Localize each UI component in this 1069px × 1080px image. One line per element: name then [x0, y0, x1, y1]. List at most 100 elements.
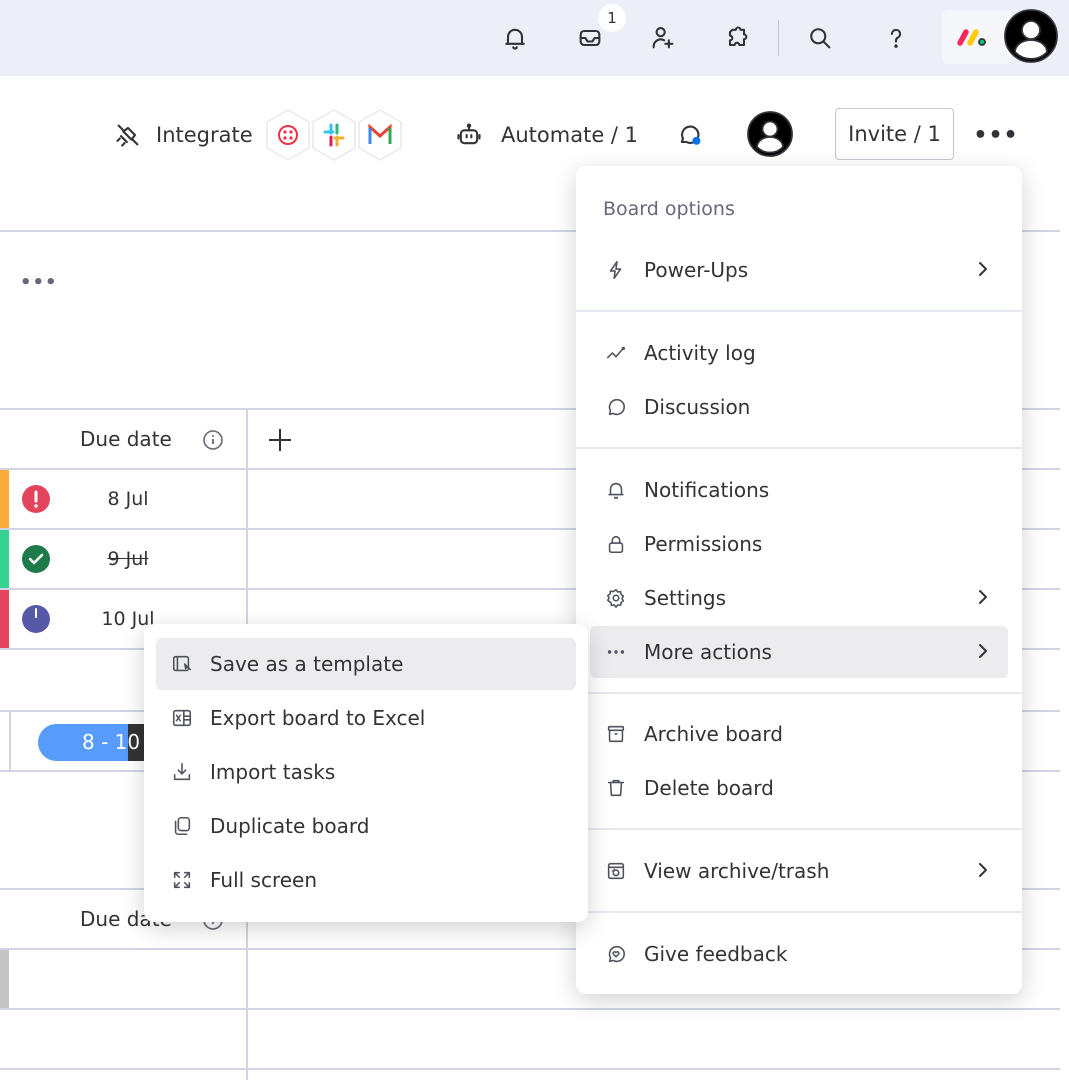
menu-item-label: Duplicate board: [210, 814, 370, 838]
timeline-summary[interactable]: 8 - 10: [38, 724, 148, 761]
automate-button[interactable]: Automate / 1: [455, 113, 638, 157]
search-icon: [810, 28, 831, 49]
board-updates-button[interactable]: [676, 113, 704, 157]
timeline-summary-label: 8 - 10: [82, 730, 141, 754]
notifications-button[interactable]: [495, 18, 535, 58]
status-overdue-icon: [22, 485, 50, 513]
menu-item-save-as-template[interactable]: Save as a template: [156, 638, 576, 690]
robot-icon: [457, 123, 481, 145]
menu-item-import-tasks[interactable]: Import tasks: [156, 746, 576, 798]
add-column-icon[interactable]: [266, 426, 294, 454]
gmail-app-icon[interactable]: [356, 108, 404, 162]
menu-divider: [576, 911, 1022, 913]
ellipsis-icon: [607, 650, 625, 654]
inbox-badge: 1: [598, 4, 626, 32]
menu-divider: [576, 692, 1022, 694]
toolbar-divider: [778, 20, 779, 56]
menu-item-label: Activity log: [644, 341, 756, 365]
menu-item-label: Save as a template: [210, 652, 404, 676]
monday-logo-icon: [957, 29, 986, 46]
row-color-bar: [0, 950, 9, 1008]
status-in-progress-icon: [22, 605, 50, 633]
menu-title: Board options: [603, 198, 735, 220]
chevron-right-icon: [979, 863, 987, 877]
menu-item-label: More actions: [644, 640, 772, 664]
menu-item-archive-board[interactable]: Archive board: [590, 708, 1008, 760]
automate-label: Automate / 1: [501, 123, 639, 147]
trash-icon: [607, 779, 625, 797]
duplicate-icon: [174, 816, 191, 836]
brand-logo[interactable]: [942, 10, 1012, 64]
template-icon: [172, 655, 192, 672]
menu-item-label: Import tasks: [210, 760, 336, 784]
board-more-options-button[interactable]: •••: [973, 120, 1017, 150]
updates-chat-icon: [680, 125, 701, 145]
menu-item-label: Settings: [644, 586, 727, 610]
menu-item-settings[interactable]: Settings: [590, 572, 1008, 624]
divider: [0, 1068, 1060, 1070]
row-color-bar: [0, 590, 9, 648]
menu-item-notifications[interactable]: Notifications: [590, 464, 1008, 516]
menu-item-full-screen[interactable]: Full screen: [156, 854, 576, 906]
board-owner-avatar[interactable]: [747, 110, 793, 158]
top-bar: 1: [0, 0, 1069, 76]
column-header-due-date[interactable]: Due date: [80, 427, 172, 451]
help-button[interactable]: [876, 18, 916, 58]
menu-item-delete-board[interactable]: Delete board: [590, 762, 1008, 814]
row-color-bar: [0, 470, 9, 528]
invite-button[interactable]: Invite / 1: [835, 108, 954, 160]
menu-item-power-ups[interactable]: Power-Ups: [590, 244, 1008, 296]
menu-item-permissions[interactable]: Permissions: [590, 518, 1008, 570]
user-avatar[interactable]: [1003, 8, 1059, 64]
integrate-button[interactable]: Integrate: [114, 113, 253, 157]
due-date-cell[interactable]: 9 Jul: [68, 548, 188, 570]
menu-divider: [576, 828, 1022, 830]
feedback-icon: [608, 945, 625, 963]
menu-item-label: Notifications: [644, 478, 770, 502]
chevron-right-icon: [979, 644, 987, 658]
menu-item-view-archive-trash[interactable]: View archive/trash: [590, 845, 1008, 897]
chat-bubble-icon: [608, 398, 625, 416]
info-icon[interactable]: [202, 429, 224, 451]
divider: [0, 1008, 1060, 1010]
slack-app-icon[interactable]: [310, 108, 358, 162]
menu-item-label: Give feedback: [644, 942, 788, 966]
bell-icon: [505, 28, 525, 50]
inbox-icon: [579, 29, 601, 47]
menu-item-label: Delete board: [644, 776, 774, 800]
status-done-icon: [22, 545, 50, 573]
column-divider: [9, 710, 11, 772]
menu-item-label: Export board to Excel: [210, 706, 426, 730]
menu-item-activity-log[interactable]: Activity log: [590, 327, 1008, 379]
group-menu-button[interactable]: •••: [20, 272, 58, 293]
menu-item-more-actions[interactable]: More actions: [590, 626, 1008, 678]
menu-item-discussion[interactable]: Discussion: [590, 381, 1008, 433]
integrate-label: Integrate: [156, 123, 253, 147]
row-color-bar: [0, 530, 9, 588]
lightning-icon: [609, 260, 622, 280]
menu-divider: [576, 310, 1022, 312]
search-button[interactable]: [800, 18, 840, 58]
menu-item-label: Archive board: [644, 722, 783, 746]
menu-item-duplicate-board[interactable]: Duplicate board: [156, 800, 576, 852]
column-divider: [246, 408, 248, 650]
menu-item-label: Power-Ups: [644, 258, 749, 282]
invite-members-button[interactable]: [643, 18, 683, 58]
chevron-right-icon: [979, 262, 987, 276]
due-date-cell[interactable]: 8 Jul: [68, 488, 188, 510]
apps-button[interactable]: [717, 18, 757, 58]
more-actions-submenu: Save as a template Export board to Excel…: [144, 624, 588, 922]
activity-icon: [606, 346, 626, 359]
board-options-menu: Board options Power-Ups Activity log Dis…: [576, 166, 1022, 994]
avatar-icon: [1004, 9, 1058, 63]
menu-item-export-excel[interactable]: Export board to Excel: [156, 692, 576, 744]
twilio-app-icon[interactable]: [264, 108, 312, 162]
archive-icon: [607, 725, 625, 743]
menu-item-label: Discussion: [644, 395, 751, 419]
apps-puzzle-icon: [728, 26, 748, 47]
lock-icon: [608, 535, 624, 554]
fullscreen-icon: [173, 871, 191, 889]
archive-restore-icon: [607, 862, 625, 880]
help-icon: [890, 28, 902, 48]
menu-item-give-feedback[interactable]: Give feedback: [590, 928, 1008, 980]
